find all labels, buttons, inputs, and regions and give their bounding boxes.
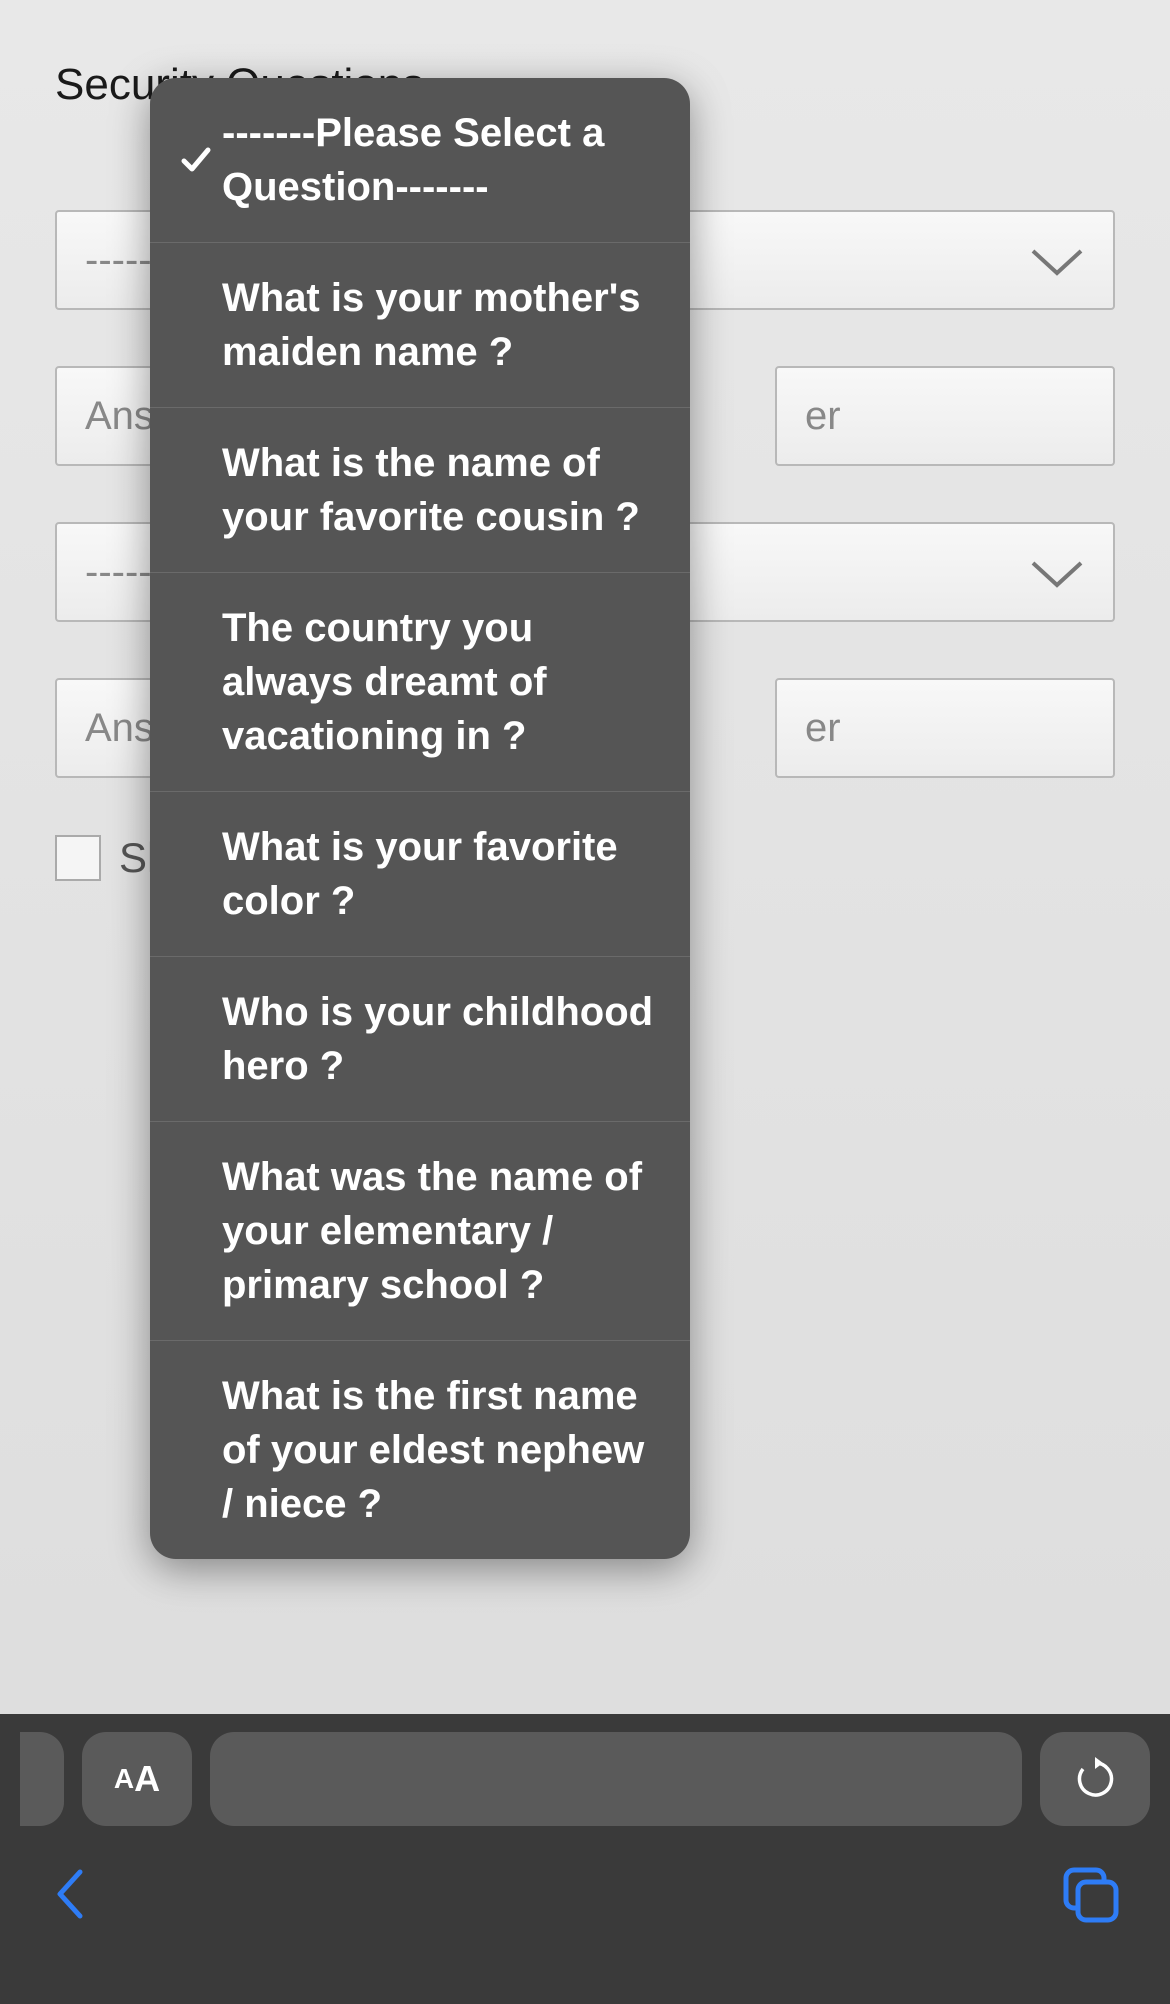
checkmark-icon bbox=[180, 144, 212, 176]
answer2-input-right[interactable]: er bbox=[775, 678, 1115, 778]
dropdown-option-text: The country you always dreamt of vacatio… bbox=[222, 601, 666, 763]
answer1-input-right[interactable]: er bbox=[775, 366, 1115, 466]
url-bar[interactable] bbox=[210, 1732, 1022, 1826]
dropdown-option-3[interactable]: The country you always dreamt of vacatio… bbox=[150, 573, 690, 792]
select1-placeholder: ----- bbox=[85, 238, 152, 283]
tabs-button[interactable] bbox=[1060, 1864, 1120, 1924]
dropdown-option-text: -------Please Select a Question------- bbox=[222, 106, 666, 214]
chevron-down-icon bbox=[1029, 556, 1085, 588]
reload-button[interactable] bbox=[1040, 1732, 1150, 1826]
dropdown-option-5[interactable]: Who is your childhood hero ? bbox=[150, 957, 690, 1122]
dropdown-option-6[interactable]: What was the name of your elementary / p… bbox=[150, 1122, 690, 1341]
toolbar-left-pill[interactable] bbox=[20, 1732, 64, 1826]
dropdown-option-7[interactable]: What is the first name of your eldest ne… bbox=[150, 1341, 690, 1559]
dropdown-option-1[interactable]: What is your mother's maiden name ? bbox=[150, 243, 690, 408]
dropdown-option-text: Who is your childhood hero ? bbox=[222, 985, 666, 1093]
dropdown-option-text: What is the name of your favorite cousin… bbox=[222, 436, 666, 544]
answer1-right-text: er bbox=[805, 394, 841, 439]
dropdown-option-0[interactable]: -------Please Select a Question------- bbox=[150, 78, 690, 243]
dropdown-option-4[interactable]: What is your favorite color ? bbox=[150, 792, 690, 957]
small-a: A bbox=[114, 1763, 134, 1795]
check-slot bbox=[170, 144, 222, 176]
back-button[interactable] bbox=[50, 1864, 90, 1924]
text-size-button[interactable]: AA bbox=[82, 1732, 192, 1826]
question-dropdown-popup: -------Please Select a Question------- W… bbox=[150, 78, 690, 1559]
answer2-right-text: er bbox=[805, 706, 841, 751]
toolbar-bottom bbox=[0, 1844, 1170, 2004]
dropdown-option-2[interactable]: What is the name of your favorite cousin… bbox=[150, 408, 690, 573]
reload-icon bbox=[1073, 1757, 1117, 1801]
chevron-down-icon bbox=[1029, 244, 1085, 276]
dropdown-option-text: What was the name of your elementary / p… bbox=[222, 1150, 666, 1312]
large-a: A bbox=[134, 1758, 160, 1800]
dropdown-option-text: What is your favorite color ? bbox=[222, 820, 666, 928]
select2-placeholder: ----- bbox=[85, 550, 152, 595]
show-checkbox[interactable] bbox=[55, 835, 101, 881]
browser-toolbar: AA bbox=[0, 1714, 1170, 2004]
dropdown-option-text: What is your mother's maiden name ? bbox=[222, 271, 666, 379]
toolbar-top: AA bbox=[0, 1714, 1170, 1844]
dropdown-option-text: What is the first name of your eldest ne… bbox=[222, 1369, 666, 1531]
